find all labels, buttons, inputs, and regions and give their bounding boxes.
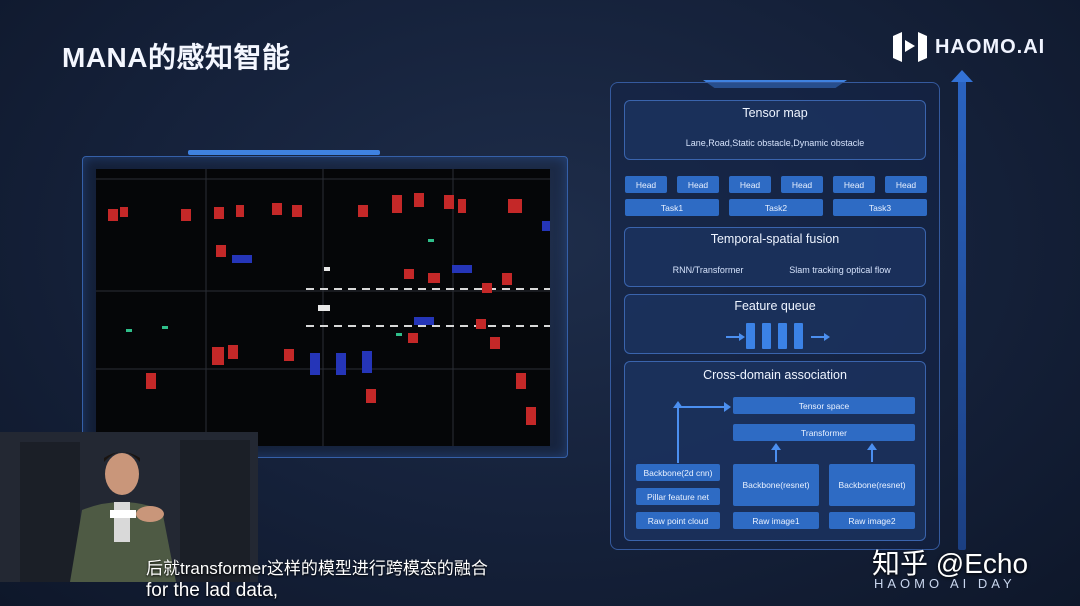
transformer-chip: Transformer (733, 424, 915, 441)
fusion-item: RNN/Transformer (672, 265, 744, 275)
perception-canvas (96, 169, 550, 446)
haomo-logo-icon (893, 32, 927, 62)
fusion-item: Slam tracking optical flow (789, 265, 891, 275)
connector-line (677, 406, 725, 408)
arrow-right-icon (724, 402, 731, 412)
task-chip: Task2 (729, 199, 823, 216)
head-chip: Head (833, 176, 875, 193)
viz-frame-accent (188, 150, 380, 155)
tensor-map-subtitle: Lane,Road,Static obstacle,Dynamic obstac… (685, 138, 865, 148)
perception-visualization (96, 169, 550, 446)
arrow-up-icon (673, 401, 683, 463)
up-arrow-icon (951, 70, 973, 550)
pillar-feature-chip: Pillar feature net (636, 488, 720, 505)
arrow-up-icon (771, 443, 781, 462)
slide-title: MANA的感知智能 (62, 42, 291, 73)
fusion-box: Temporal-spatial fusion RNN/Transformer … (624, 227, 926, 287)
head-chip: Head (677, 176, 719, 193)
queue-bar (794, 323, 803, 349)
arrow-right-icon (726, 333, 745, 341)
tensor-space-chip: Tensor space (733, 397, 915, 414)
queue-bar (762, 323, 771, 349)
tensor-map-box: Tensor map Lane,Road,Static obstacle,Dyn… (624, 100, 926, 160)
queue-bar (778, 323, 787, 349)
head-chip: Head (729, 176, 771, 193)
arrow-up-icon (867, 443, 877, 462)
feature-queue-title: Feature queue (734, 299, 816, 313)
subtitle-chinese: 后就transformer这样的模型进行跨模态的融合 (146, 559, 488, 578)
tensor-map-title: Tensor map (742, 106, 808, 120)
cam2-backbone-chip: Backbone(resnet) (829, 464, 915, 506)
cam1-backbone-chip: Backbone(resnet) (733, 464, 819, 506)
subtitle-english: for the lad data, (146, 580, 279, 601)
head-chip: Head (885, 176, 927, 193)
head-chip: Head (625, 176, 667, 193)
event-label: HAOMO AI DAY (874, 576, 1016, 591)
haomo-logo: HAOMO.AI (893, 32, 1045, 62)
lidar-backbone-chip: Backbone(2d cnn) (636, 464, 720, 481)
cross-domain-title: Cross-domain association (703, 368, 847, 382)
fusion-title: Temporal-spatial fusion (710, 232, 840, 246)
raw-image2-chip: Raw image2 (829, 512, 915, 529)
logo-text: HAOMO.AI (935, 35, 1046, 58)
head-chip: Head (781, 176, 823, 193)
raw-image1-chip: Raw image1 (733, 512, 819, 529)
feature-queue-box: Feature queue (624, 294, 926, 354)
task-chip: Task3 (833, 199, 927, 216)
queue-bar (746, 323, 755, 349)
arrow-right-icon (811, 333, 830, 341)
task-chip: Task1 (625, 199, 719, 216)
raw-point-cloud-chip: Raw point cloud (636, 512, 720, 529)
